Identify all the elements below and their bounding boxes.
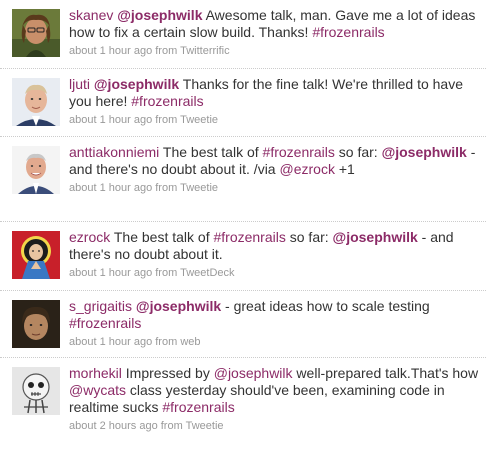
tweet-timestamp[interactable]: about 1 hour ago xyxy=(69,267,152,279)
tweet-hashtag[interactable]: #frozenrails xyxy=(131,93,203,109)
tweet-item: morhekil Impressed by @josephwilk well-p… xyxy=(0,358,486,450)
tweet-content: morhekil Impressed by @josephwilk well-p… xyxy=(69,365,480,434)
tweet-timeline: skanev @josephwilk Awesome talk, man. Ga… xyxy=(0,0,486,450)
tweet-username[interactable]: ljuti xyxy=(69,76,90,92)
tweet-timestamp[interactable]: about 1 hour ago xyxy=(69,336,152,348)
tweet-text-segment: The best talk of xyxy=(159,144,263,160)
tweet-timestamp[interactable]: about 2 hours ago xyxy=(69,420,158,432)
tweet-item: skanev @josephwilk Awesome talk, man. Ga… xyxy=(0,0,486,69)
tweet-hashtag[interactable]: #frozenrails xyxy=(263,144,335,160)
tweet-hashtag[interactable]: #frozenrails xyxy=(69,315,141,331)
user-avatar-icon[interactable] xyxy=(12,300,60,348)
tweet-item: ljuti @josephwilk Thanks for the fine ta… xyxy=(0,69,486,137)
tweet-content: ljuti @josephwilk Thanks for the fine ta… xyxy=(69,76,480,128)
tweet-content: ezrock The best talk of #frozenrails so … xyxy=(69,229,480,281)
tweet-item: ezrock The best talk of #frozenrails so … xyxy=(0,222,486,291)
tweet-source[interactable]: Tweetie xyxy=(180,114,218,126)
tweet-hashtag[interactable]: #frozenrails xyxy=(162,399,234,415)
tweet-username[interactable]: morhekil xyxy=(69,365,122,381)
user-avatar-icon[interactable] xyxy=(12,9,60,57)
tweet-content: anttiakonniemi The best talk of #frozenr… xyxy=(69,144,480,196)
tweet-timestamp[interactable]: about 1 hour ago xyxy=(69,114,152,126)
tweet-mention[interactable]: @josephwilk xyxy=(333,229,418,245)
tweet-text: anttiakonniemi The best talk of #frozenr… xyxy=(69,144,480,178)
tweet-mention[interactable]: @josephwilk xyxy=(94,76,179,92)
tweet-timestamp[interactable]: about 1 hour ago xyxy=(69,45,152,57)
tweet-body: The best talk of #frozenrails so far: @j… xyxy=(69,229,454,262)
tweet-item: s_grigaitis @josephwilk - great ideas ho… xyxy=(0,291,486,358)
tweet-text-segment: so far: xyxy=(285,229,333,245)
tweet-text: skanev @josephwilk Awesome talk, man. Ga… xyxy=(69,7,480,41)
tweet-text-segment: Impressed by xyxy=(121,365,214,381)
tweet-text-segment: class yesterday should've been, examinin… xyxy=(69,382,445,415)
user-avatar-icon[interactable] xyxy=(12,78,60,126)
tweet-source[interactable]: Tweetie xyxy=(186,420,224,432)
tweet-content: s_grigaitis @josephwilk - great ideas ho… xyxy=(69,298,480,350)
tweet-mention[interactable]: @josephwilk xyxy=(214,365,293,381)
tweet-mention[interactable]: @ezrock xyxy=(280,161,335,177)
tweet-text: ezrock The best talk of #frozenrails so … xyxy=(69,229,480,263)
tweet-meta: about 1 hour ago from TweetDeck xyxy=(69,265,480,281)
tweet-timestamp[interactable]: about 1 hour ago xyxy=(69,182,152,194)
tweet-username[interactable]: ezrock xyxy=(69,229,110,245)
tweet-from-label: from xyxy=(160,420,183,432)
tweet-meta: about 2 hours ago from Tweetie xyxy=(69,418,480,434)
tweet-text-segment: well-prepared talk.That's how xyxy=(292,365,479,381)
tweet-meta: about 1 hour ago from web xyxy=(69,334,480,350)
tweet-item: anttiakonniemi The best talk of #frozenr… xyxy=(0,137,486,222)
tweet-body: Impressed by @josephwilk well-prepared t… xyxy=(69,365,478,415)
tweet-body: @josephwilk Awesome talk, man. Gave me a… xyxy=(69,7,475,40)
user-avatar-icon[interactable] xyxy=(12,146,60,194)
tweet-meta: about 1 hour ago from Twitterrific xyxy=(69,43,480,59)
tweet-from-label: from xyxy=(155,114,178,126)
tweet-mention[interactable]: @josephwilk xyxy=(136,298,221,314)
tweet-from-label: from xyxy=(155,267,178,279)
tweet-source[interactable]: Tweetie xyxy=(180,182,218,194)
tweet-from-label: from xyxy=(155,45,178,57)
tweet-text: s_grigaitis @josephwilk - great ideas ho… xyxy=(69,298,480,332)
tweet-text-segment: The best talk of xyxy=(110,229,214,245)
tweet-mention[interactable]: @josephwilk xyxy=(117,7,202,23)
tweet-mention[interactable]: @josephwilk xyxy=(382,144,467,160)
tweet-username[interactable]: skanev xyxy=(69,7,113,23)
tweet-text-segment: - great ideas how to scale testing xyxy=(221,298,430,314)
tweet-body: @josephwilk Thanks for the fine talk! We… xyxy=(69,76,463,109)
tweet-hashtag[interactable]: #frozenrails xyxy=(213,229,285,245)
tweet-username[interactable]: s_grigaitis xyxy=(69,298,132,314)
user-avatar-icon[interactable] xyxy=(12,367,60,415)
tweet-content: skanev @josephwilk Awesome talk, man. Ga… xyxy=(69,7,480,59)
user-avatar-icon[interactable] xyxy=(12,231,60,279)
tweet-from-label: from xyxy=(155,182,178,194)
tweet-username[interactable]: anttiakonniemi xyxy=(69,144,159,160)
tweet-text: morhekil Impressed by @josephwilk well-p… xyxy=(69,365,480,416)
tweet-mention[interactable]: @wycats xyxy=(69,382,126,398)
tweet-meta: about 1 hour ago from Tweetie xyxy=(69,180,480,196)
tweet-text: ljuti @josephwilk Thanks for the fine ta… xyxy=(69,76,480,110)
tweet-source[interactable]: web xyxy=(180,336,200,348)
tweet-hashtag[interactable]: #frozenrails xyxy=(312,24,384,40)
tweet-source[interactable]: Twitterrific xyxy=(180,45,230,57)
tweet-meta: about 1 hour ago from Tweetie xyxy=(69,112,480,128)
tweet-text-segment: so far: xyxy=(334,144,382,160)
tweet-from-label: from xyxy=(155,336,178,348)
tweet-text-segment: +1 xyxy=(334,161,355,177)
tweet-source[interactable]: TweetDeck xyxy=(180,267,234,279)
